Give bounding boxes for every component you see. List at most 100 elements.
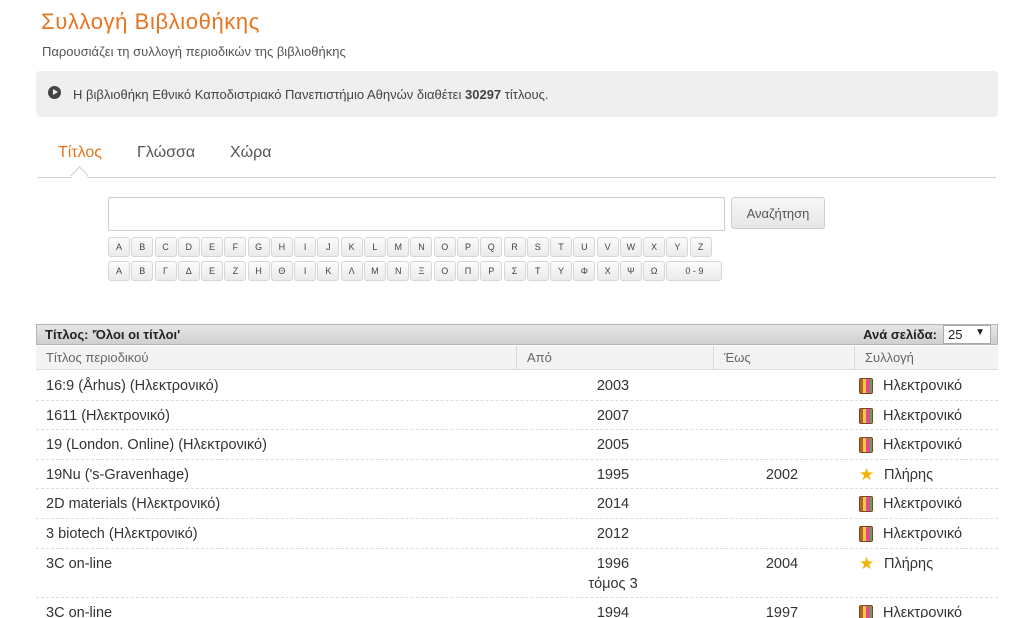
from-cell: 2012 (573, 524, 653, 544)
letter-button[interactable]: Ξ (410, 261, 433, 281)
letter-button[interactable]: U (573, 237, 596, 257)
collection-label: Ηλεκτρονικό (883, 525, 963, 542)
table-row[interactable]: 1611 (Ηλεκτρονικό) 2007 Ηλεκτρονικό (36, 401, 998, 431)
play-circle-icon (48, 85, 61, 99)
letter-button[interactable]: F (224, 237, 247, 257)
letter-button[interactable]: Φ (573, 261, 596, 281)
letter-button[interactable]: P (456, 237, 479, 257)
tab-language[interactable]: Γλώσσα (137, 144, 195, 162)
journal-title-link[interactable]: 16:9 (Århus) (Ηλεκτρονικό) (46, 378, 219, 394)
collection-cell: ★ Πλήρης (859, 555, 933, 572)
letter-button[interactable]: T (550, 237, 573, 257)
letter-button[interactable]: B (131, 237, 154, 257)
letter-button[interactable]: Χ (596, 261, 619, 281)
letter-button[interactable]: Π (456, 261, 479, 281)
letter-button[interactable]: Ε (201, 261, 224, 281)
from-year: 1996 (596, 555, 630, 572)
column-header-collection[interactable]: Συλλογή (865, 350, 914, 365)
info-count: 30297 (465, 86, 502, 102)
column-header-from[interactable]: Από (527, 350, 552, 365)
tab-bar: Τίτλος Γλώσσα Χώρα (38, 140, 996, 185)
collection-cell: Ηλεκτρονικό (859, 378, 962, 394)
letter-button[interactable]: Β (131, 261, 154, 281)
letter-button[interactable]: Ν (387, 261, 410, 281)
journal-title-link[interactable]: 3C on-line (46, 556, 112, 572)
book-icon (859, 496, 873, 513)
letter-button[interactable]: J (317, 237, 340, 257)
search-input[interactable] (108, 197, 725, 231)
letter-button[interactable]: Γ (154, 261, 177, 281)
letter-button[interactable]: Λ (340, 261, 363, 281)
book-icon (859, 407, 873, 424)
letter-button[interactable]: Ζ (224, 261, 247, 281)
letter-button[interactable]: Μ (363, 261, 386, 281)
letter-button[interactable]: K (340, 237, 363, 257)
letter-button[interactable]: I (294, 237, 317, 257)
tab-title[interactable]: Τίτλος (58, 144, 102, 162)
letter-button[interactable]: Ω (643, 261, 666, 281)
book-icon (859, 604, 873, 618)
star-icon: ★ (859, 464, 875, 484)
letter-button[interactable]: H (270, 237, 293, 257)
journal-title-link[interactable]: 3 biotech (Ηλεκτρονικό) (46, 526, 198, 542)
letter-button[interactable]: Q (480, 237, 503, 257)
letter-button[interactable]: Σ (503, 261, 526, 281)
letter-button[interactable]: R (503, 237, 526, 257)
letter-button[interactable]: Υ (550, 261, 573, 281)
info-text: Η βιβλιοθήκη Εθνικό Καποδιστριακό Πανεπι… (73, 87, 548, 102)
letter-button[interactable]: Ι (294, 261, 317, 281)
from-cell: 2007 (573, 406, 653, 426)
from-volume-note: τόμος 3 (588, 575, 638, 592)
letter-button[interactable]: C (154, 237, 177, 257)
letter-button[interactable]: Τ (526, 261, 549, 281)
table-row[interactable]: 16:9 (Århus) (Ηλεκτρονικό) 2003 Ηλεκτρονικ… (36, 371, 998, 401)
table-row[interactable]: 3C on-line 1994 1997 Ηλεκτρονικό (36, 598, 998, 618)
info-prefix: Η βιβλιοθήκη Εθνικό Καποδιστριακό Πανεπι… (73, 86, 462, 102)
tab-country[interactable]: Χώρα (230, 144, 272, 162)
table-row[interactable]: 19Nu ('s-Gravenhage) 1995 2002 ★ Πλήρης (36, 460, 998, 490)
letter-button[interactable]: S (526, 237, 549, 257)
letter-button[interactable]: A (108, 237, 130, 257)
letter-button[interactable]: D (177, 237, 200, 257)
letter-button[interactable]: Ρ (480, 261, 503, 281)
journal-title-link[interactable]: 2D materials (Ηλεκτρονικό) (46, 496, 220, 512)
letter-button[interactable]: X (643, 237, 666, 257)
letter-button[interactable]: Θ (270, 261, 293, 281)
letter-button[interactable]: Α (108, 261, 130, 281)
table-row[interactable]: 3C on-line 1996 τόμος 3 2004 ★ Πλήρης (36, 549, 998, 598)
journal-title-link[interactable]: 1611 (Ηλεκτρονικό) (46, 408, 170, 424)
journal-title-link[interactable]: 19Nu ('s-Gravenhage) (46, 467, 189, 483)
letter-button[interactable]: W (619, 237, 642, 257)
column-header-title[interactable]: Τίτλος περιοδικού (46, 350, 148, 365)
table-row[interactable]: 19 (London. Online) (Ηλεκτρονικό) 2005 Ηλε… (36, 430, 998, 460)
letter-button[interactable]: Y (666, 237, 689, 257)
table-caption-bar: Τίτλος: 'Όλοι οι τίτλοι' Ανά σελίδα: 25 … (36, 324, 998, 345)
table-row[interactable]: 2D materials (Ηλεκτρονικό) 2014 Ηλεκτρονικ… (36, 489, 998, 519)
letter-button[interactable]: L (363, 237, 386, 257)
greek-alphabet-row: ΑΒΓΔΕΖΗΘΙΚΛΜΝΞΟΠΡΣΤΥΦΧΨΩ0 - 9 (108, 261, 724, 281)
letter-button[interactable]: Ο (433, 261, 456, 281)
letter-button[interactable]: V (596, 237, 619, 257)
caret-down-icon: ▼ (975, 327, 985, 338)
letter-button[interactable]: G (247, 237, 270, 257)
letter-button[interactable]: N (410, 237, 433, 257)
digits-button[interactable]: 0 - 9 (666, 261, 723, 281)
info-suffix: τίτλους. (504, 86, 549, 102)
column-header-to[interactable]: Έως (724, 350, 751, 365)
journal-title-link[interactable]: 3C on-line (46, 605, 112, 618)
letter-button[interactable]: O (433, 237, 456, 257)
letter-button[interactable]: M (387, 237, 410, 257)
letter-button[interactable]: Δ (177, 261, 200, 281)
letter-button[interactable]: Κ (317, 261, 340, 281)
journal-title-link[interactable]: 19 (London. Online) (Ηλεκτρονικό) (46, 437, 267, 453)
letter-button[interactable]: Η (247, 261, 270, 281)
collection-cell: ★ Πλήρης (859, 464, 933, 484)
letter-button[interactable]: Ψ (619, 261, 642, 281)
per-page-select[interactable]: 25 ▼ (943, 325, 991, 344)
search-button[interactable]: Αναζήτηση (731, 197, 825, 229)
letter-button[interactable]: E (201, 237, 224, 257)
latin-alphabet-row: ABCDEFGHIJKLMNOPQRSTUVWXYZ (108, 237, 713, 257)
column-header-row: Τίτλος περιοδικού Από Έως Συλλογή (36, 346, 998, 370)
letter-button[interactable]: Z (689, 237, 712, 257)
table-row[interactable]: 3 biotech (Ηλεκτρονικό) 2012 Ηλεκτρονικό (36, 519, 998, 549)
